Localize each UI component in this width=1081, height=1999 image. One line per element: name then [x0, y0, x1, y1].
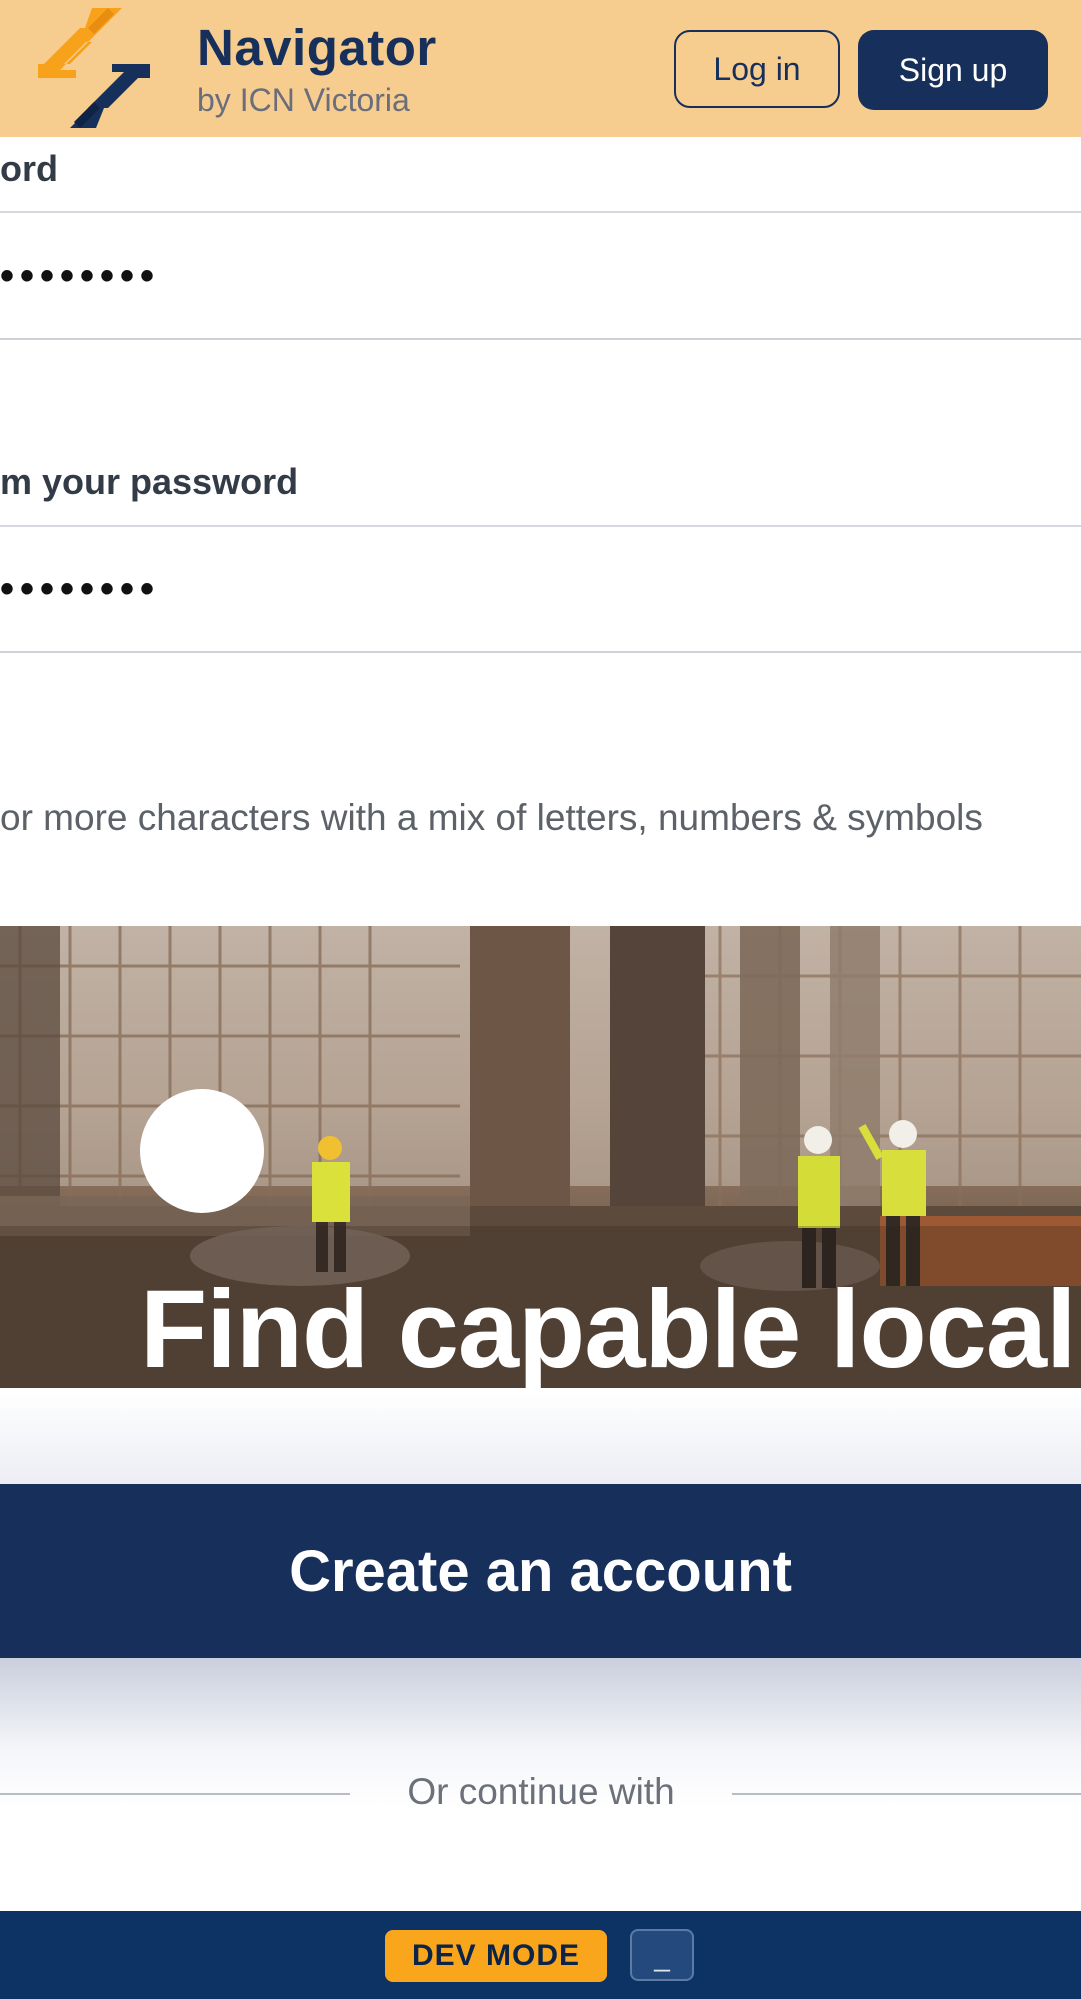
hero-banner: Find capable local — [0, 926, 1081, 1388]
signup-button[interactable]: Sign up — [858, 30, 1048, 110]
confirm-label-divider — [0, 525, 1081, 527]
dev-minimize-button[interactable]: _ — [630, 1929, 694, 1981]
app-header: Navigator by ICN Victoria Log in Sign up — [0, 0, 1081, 137]
password-label-divider — [0, 211, 1081, 213]
section-fade — [0, 1388, 1081, 1484]
confirm-password-label: m your password — [0, 461, 299, 502]
password-input[interactable]: •••••••• — [0, 254, 160, 299]
dev-mode-bar: DEV MODE _ — [0, 1911, 1081, 1999]
password-input-underline — [0, 338, 1081, 340]
or-divider-right — [732, 1793, 1081, 1795]
password-label: ord — [0, 148, 58, 189]
or-divider-left — [0, 1793, 350, 1795]
brand-subtitle: by ICN Victoria — [197, 82, 410, 118]
password-hint: or more characters with a mix of letters… — [0, 797, 983, 838]
confirm-password-input[interactable]: •••••••• — [0, 567, 160, 612]
dev-mode-badge[interactable]: DEV MODE — [385, 1930, 607, 1982]
navigator-logo-icon[interactable] — [30, 6, 158, 130]
create-account-button[interactable]: Create an account — [0, 1484, 1081, 1658]
hero-headline: Find capable local — [140, 1268, 1077, 1388]
login-button[interactable]: Log in — [674, 30, 840, 108]
confirm-input-underline — [0, 651, 1081, 653]
or-continue-with-text: Or continue with — [407, 1771, 675, 1812]
hero-indicator-dot — [140, 1089, 264, 1213]
brand-title: Navigator — [197, 19, 437, 76]
